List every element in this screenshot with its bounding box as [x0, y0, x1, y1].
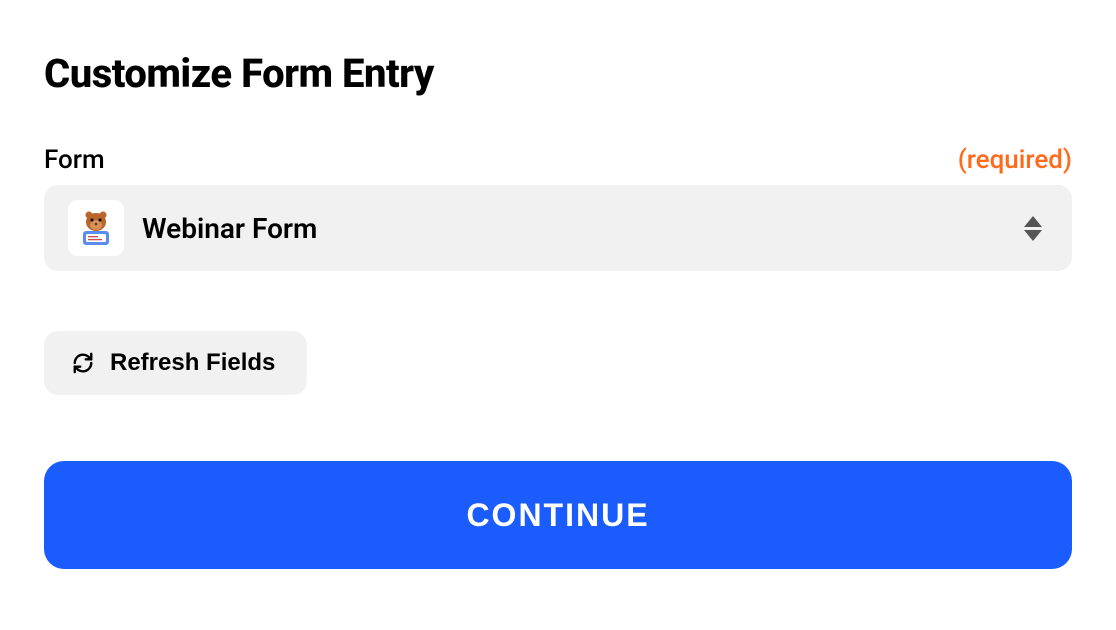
form-field-group: Form (required) Webinar Form: [44, 145, 1072, 271]
chevron-sort-icon: [1024, 216, 1042, 241]
field-label-row: Form (required): [44, 145, 1072, 175]
continue-button-label: Continue: [466, 497, 649, 533]
form-field-label: Form: [44, 145, 105, 175]
form-select-value: Webinar Form: [142, 212, 1024, 245]
required-indicator: (required): [958, 145, 1072, 175]
continue-button[interactable]: Continue: [44, 461, 1072, 569]
refresh-icon: [72, 352, 94, 374]
refresh-fields-button[interactable]: Refresh Fields: [44, 331, 307, 395]
form-select[interactable]: Webinar Form: [44, 185, 1072, 271]
form-app-icon: [68, 200, 124, 256]
page-title: Customize Form Entry: [44, 50, 1072, 97]
refresh-button-label: Refresh Fields: [110, 349, 275, 377]
